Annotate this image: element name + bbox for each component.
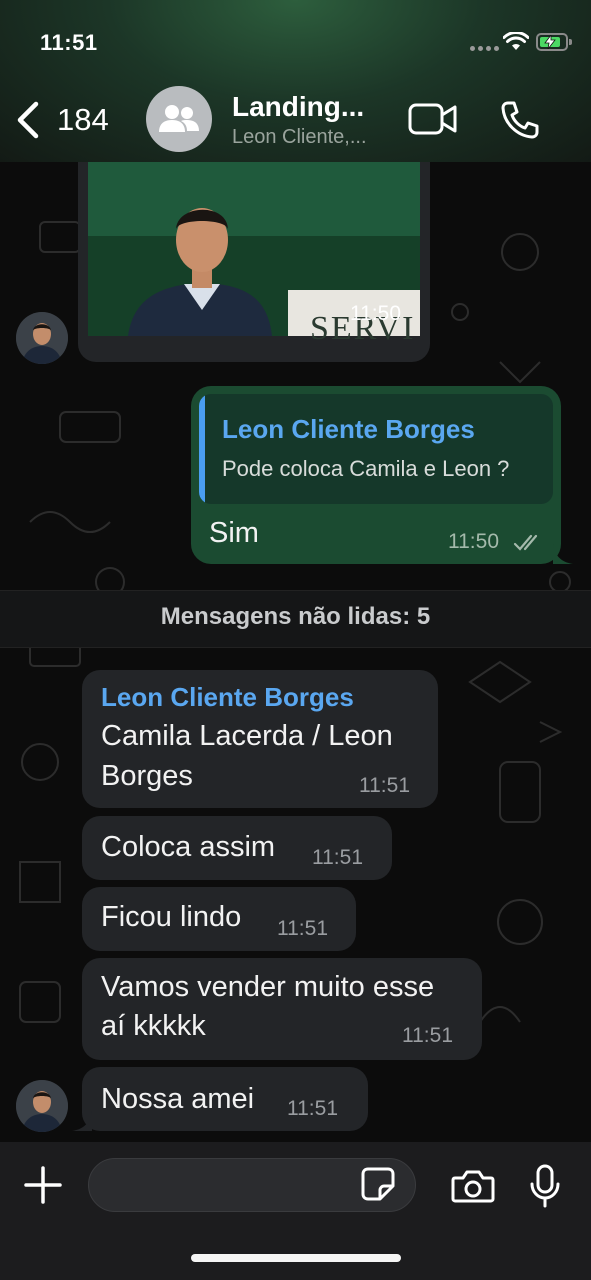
battery-charging-icon <box>536 33 572 51</box>
message-text-line: Vamos vender muito esse <box>101 971 435 1003</box>
back-chevron-icon[interactable] <box>14 100 44 140</box>
reply-accent-bar <box>199 394 205 504</box>
sender-name: Leon Cliente Borges <box>101 682 354 712</box>
wifi-icon <box>503 32 529 50</box>
sticker-icon[interactable] <box>360 1166 396 1202</box>
chat-area[interactable]: SERVI 11:50 Leon Cliente Borges Pode col… <box>0 162 591 1142</box>
chat-subtitle[interactable]: Leon Cliente,... <box>232 126 367 149</box>
message-time: 11:51 <box>402 1024 453 1047</box>
person-photo-icon <box>16 1080 68 1132</box>
group-icon <box>159 105 199 132</box>
message-text-line: Camila Lacerda / Leon <box>101 720 393 752</box>
chat-header: 11:51 184 Landing... Leon Cliente,... <box>0 0 591 162</box>
message-time: 11:51 <box>359 774 410 797</box>
incoming-message-bubble[interactable]: Ficou lindo 11:51 <box>82 887 356 951</box>
message-text: Sim <box>209 517 259 549</box>
message-time: 11:51 <box>277 917 328 940</box>
image-message-bubble[interactable]: SERVI 11:50 <box>78 162 430 362</box>
status-time: 11:51 <box>40 30 98 55</box>
bubble-tail <box>72 1111 92 1131</box>
video-call-icon[interactable] <box>408 102 458 136</box>
message-time: 11:51 <box>287 1097 338 1120</box>
sender-avatar[interactable] <box>16 1080 68 1132</box>
double-check-icon <box>513 534 538 551</box>
person-photo-icon <box>16 312 68 364</box>
home-indicator[interactable] <box>191 1254 401 1262</box>
microphone-icon[interactable] <box>529 1164 561 1208</box>
phone-icon[interactable] <box>500 100 540 140</box>
incoming-message-bubble[interactable]: Nossa amei 11:51 <box>72 1067 368 1131</box>
chat-title[interactable]: Landing... <box>232 91 364 123</box>
message-time: 11:50 <box>350 302 401 325</box>
message-text: Ficou lindo <box>101 901 242 933</box>
message-composer <box>0 1142 591 1280</box>
unread-divider: Mensagens não lidas: 5 <box>0 590 591 648</box>
cellular-signal-icon <box>470 46 499 51</box>
reply-sender-name: Leon Cliente Borges <box>222 414 475 444</box>
incoming-message-bubble[interactable]: Leon Cliente Borges Camila Lacerda / Leo… <box>82 670 438 808</box>
outgoing-message-bubble[interactable]: Leon Cliente Borges Pode coloca Camila e… <box>191 386 573 564</box>
incoming-message-bubble[interactable]: Vamos vender muito esse aí kkkkk 11:51 <box>82 958 482 1060</box>
back-unread-count[interactable]: 184 <box>57 102 109 138</box>
message-text: Coloca assim <box>101 831 276 863</box>
quoted-reply[interactable]: Leon Cliente Borges Pode coloca Camila e… <box>199 394 553 504</box>
incoming-message-bubble[interactable]: Coloca assim 11:51 <box>82 816 392 880</box>
sender-avatar[interactable] <box>16 312 68 364</box>
message-text-line: aí kkkkk <box>101 1010 206 1042</box>
plus-icon[interactable] <box>24 1166 62 1204</box>
group-avatar[interactable] <box>146 86 212 152</box>
message-time: 11:50 <box>448 530 499 553</box>
unread-label: Mensagens não lidas: 5 <box>160 603 431 630</box>
message-text: Nossa amei <box>101 1083 255 1115</box>
camera-icon[interactable] <box>451 1169 495 1203</box>
message-text-line: Borges <box>101 760 193 792</box>
reply-text: Pode coloca Camila e Leon ? <box>222 456 510 481</box>
bubble-tail <box>553 544 573 564</box>
message-time: 11:51 <box>312 846 363 869</box>
